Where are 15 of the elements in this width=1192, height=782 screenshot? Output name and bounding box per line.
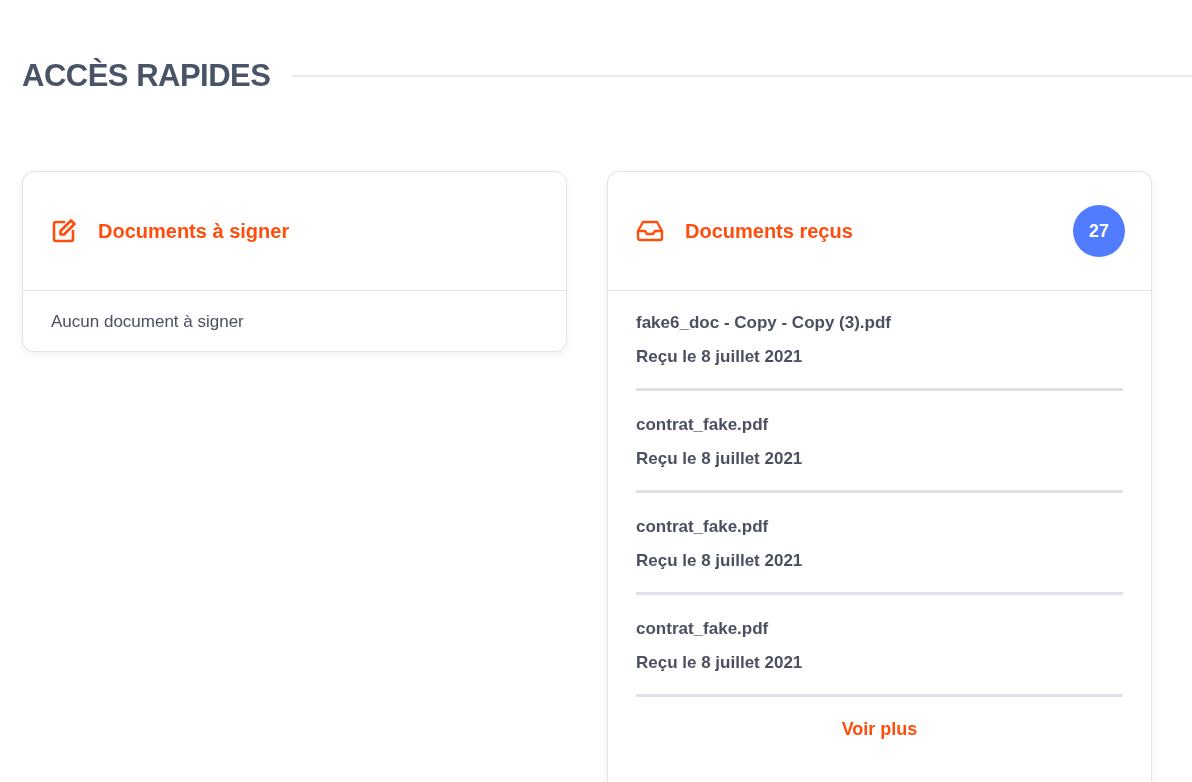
document-name[interactable]: fake6_doc - Copy - Copy (3).pdf — [636, 311, 1123, 335]
empty-message: Aucun document à signer — [50, 311, 245, 333]
document-name[interactable]: contrat_fake.pdf — [636, 617, 1123, 641]
document-name[interactable]: contrat_fake.pdf — [636, 515, 1123, 539]
count-badge: 27 — [1073, 205, 1125, 257]
received-date: Reçu le 8 juillet 2021 — [636, 346, 804, 368]
card-title: Documents à signer — [98, 219, 291, 243]
inbox-icon — [636, 219, 664, 243]
edit-icon — [51, 218, 77, 244]
card-title: Documents reçus — [685, 219, 854, 243]
document-name[interactable]: contrat_fake.pdf — [636, 413, 1123, 437]
received-date: Reçu le 8 juillet 2021 — [636, 448, 804, 470]
section-title: ACCÈS RAPIDES — [22, 58, 271, 94]
received-date: Reçu le 8 juillet 2021 — [636, 652, 804, 674]
received-date: Reçu le 8 juillet 2021 — [636, 550, 804, 572]
